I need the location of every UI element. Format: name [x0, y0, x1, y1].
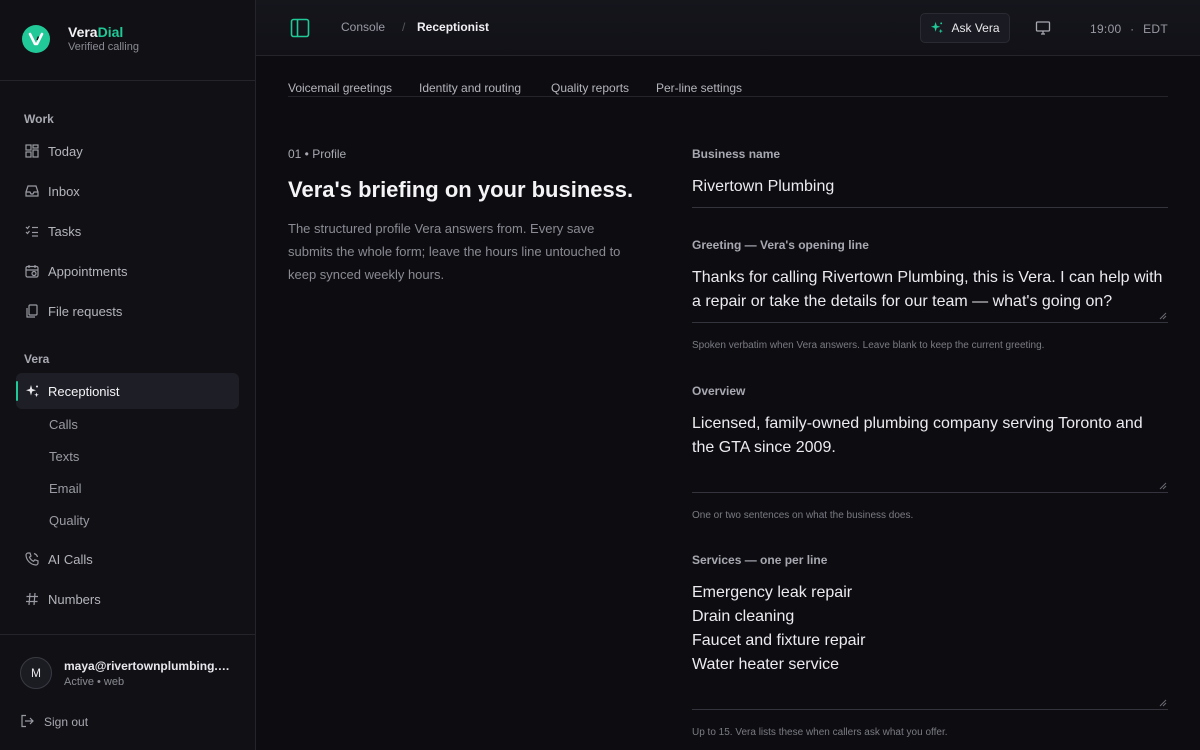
clock-separator: ·	[1130, 22, 1135, 36]
sidebar-subitem-quality[interactable]: Quality	[49, 513, 89, 528]
dashboard-icon	[24, 143, 40, 159]
sidebar-item-file-requests[interactable]: File requests	[16, 293, 239, 329]
avatar: M	[20, 657, 52, 689]
greeting-textarea[interactable]: Thanks for calling Rivertown Plumbing, t…	[692, 266, 1168, 323]
nav-section-vera: Vera	[24, 352, 50, 366]
sign-out-label: Sign out	[44, 715, 89, 729]
tab-identity-routing[interactable]: Identity and routing	[419, 81, 521, 95]
sparkle-icon	[930, 21, 944, 35]
brand-name: VeraDial	[68, 24, 124, 40]
resize-handle-icon[interactable]	[1159, 482, 1167, 490]
hash-icon	[24, 591, 40, 607]
page-title: Vera's briefing on your business.	[288, 177, 634, 202]
sidebar-item-label: Inbox	[48, 183, 80, 199]
sidebar-item-appointments[interactable]: Appointments	[16, 253, 239, 289]
user-profile[interactable]: M maya@rivertownplumbing.com Active • we…	[20, 657, 236, 689]
sidebar-item-inbox[interactable]: Inbox	[16, 173, 239, 209]
ask-vera-button[interactable]: Ask Vera	[920, 13, 1010, 43]
divider	[0, 80, 255, 81]
sidebar-item-label: Today	[48, 143, 83, 159]
inbox-icon	[24, 183, 40, 199]
sidebar-toggle-icon[interactable]	[290, 18, 310, 38]
greeting-hint: Spoken verbatim when Vera answers. Leave…	[692, 340, 1045, 351]
sign-out-icon	[20, 714, 36, 730]
overview-value: Licensed, family-owned plumbing company …	[692, 415, 1143, 456]
brand[interactable]: VeraDial Verified calling	[22, 24, 139, 53]
business-name-value: Rivertown Plumbing	[692, 178, 835, 195]
clock-time: 19:00	[1089, 22, 1122, 36]
sidebar-item-label: Tasks	[48, 223, 82, 239]
tab-per-line-settings[interactable]: Per-line settings	[656, 81, 742, 95]
sidebar-item-ai-calls[interactable]: AI Calls	[16, 541, 239, 577]
logo-icon	[22, 24, 50, 53]
services-hint: Up to 15. Vera lists these when callers …	[692, 727, 948, 738]
section-kicker: 01 • Profile	[288, 147, 347, 161]
tab-voicemail-greetings[interactable]: Voicemail greetings	[288, 81, 392, 95]
breadcrumb-receptionist: Receptionist	[417, 20, 490, 34]
overview-hint: One or two sentences on what the busines…	[692, 510, 914, 521]
services-value: Emergency leak repair Drain cleaning Fau…	[692, 584, 866, 673]
section-description: The structured profile Vera answers from…	[288, 221, 621, 282]
sidebar-item-label: AI Calls	[48, 551, 93, 567]
greeting-value: Thanks for calling Rivertown Plumbing, t…	[692, 269, 1163, 310]
sidebar-item-label: Numbers	[48, 591, 101, 607]
services-textarea[interactable]: Emergency leak repair Drain cleaning Fau…	[692, 581, 1168, 710]
clock: 19:00 · EDT	[1090, 22, 1168, 36]
top-bar: Console / Receptionist Ask Vera 19:00 · …	[256, 0, 1200, 56]
sidebar-item-receptionist[interactable]: Receptionist	[16, 373, 239, 409]
sidebar-footer	[0, 634, 255, 750]
services-label: Services — one per line	[692, 553, 828, 567]
sparkle-icon	[24, 383, 40, 399]
brand-subtitle: Verified calling	[68, 41, 139, 53]
business-name-label: Business name	[692, 147, 781, 161]
tasks-icon	[24, 223, 40, 239]
calendar-icon	[24, 263, 40, 279]
nav-section-work: Work	[24, 112, 54, 126]
breadcrumb-separator: /	[402, 20, 406, 34]
sidebar-item-numbers[interactable]: Numbers	[16, 581, 239, 617]
sidebar-subitem-calls[interactable]: Calls	[49, 417, 78, 432]
sidebar-item-label: File requests	[48, 303, 123, 319]
ask-vera-label: Ask Vera	[951, 21, 1000, 35]
tab-quality-reports[interactable]: Quality reports	[551, 81, 629, 95]
sidebar-subitem-email[interactable]: Email	[49, 481, 82, 496]
sidebar-subitem-texts[interactable]: Texts	[49, 449, 79, 464]
user-status: Active • web	[64, 675, 125, 688]
monitor-icon[interactable]	[1035, 20, 1051, 36]
overview-label: Overview	[692, 384, 746, 398]
business-name-input[interactable]: Rivertown Plumbing	[692, 175, 1168, 208]
sidebar: VeraDial Verified calling Work Today Inb…	[0, 0, 256, 750]
sidebar-item-tasks[interactable]: Tasks	[16, 213, 239, 249]
clock-timezone: EDT	[1143, 22, 1168, 36]
sidebar-item-today[interactable]: Today	[16, 133, 239, 169]
breadcrumb-console[interactable]: Console	[341, 20, 385, 34]
user-email: maya@rivertownplumbing.com	[64, 658, 236, 673]
resize-handle-icon[interactable]	[1159, 312, 1167, 320]
sign-out-button[interactable]: Sign out	[20, 714, 88, 730]
tab-bar: Voicemail greetings Identity and routing…	[288, 81, 1168, 97]
greeting-label: Greeting — Vera's opening line	[692, 238, 869, 252]
files-icon	[24, 303, 40, 319]
sidebar-item-label: Appointments	[48, 263, 128, 279]
sidebar-item-label: Receptionist	[48, 383, 120, 399]
phone-icon	[24, 551, 40, 567]
overview-textarea[interactable]: Licensed, family-owned plumbing company …	[692, 412, 1168, 493]
resize-handle-icon[interactable]	[1159, 699, 1167, 707]
